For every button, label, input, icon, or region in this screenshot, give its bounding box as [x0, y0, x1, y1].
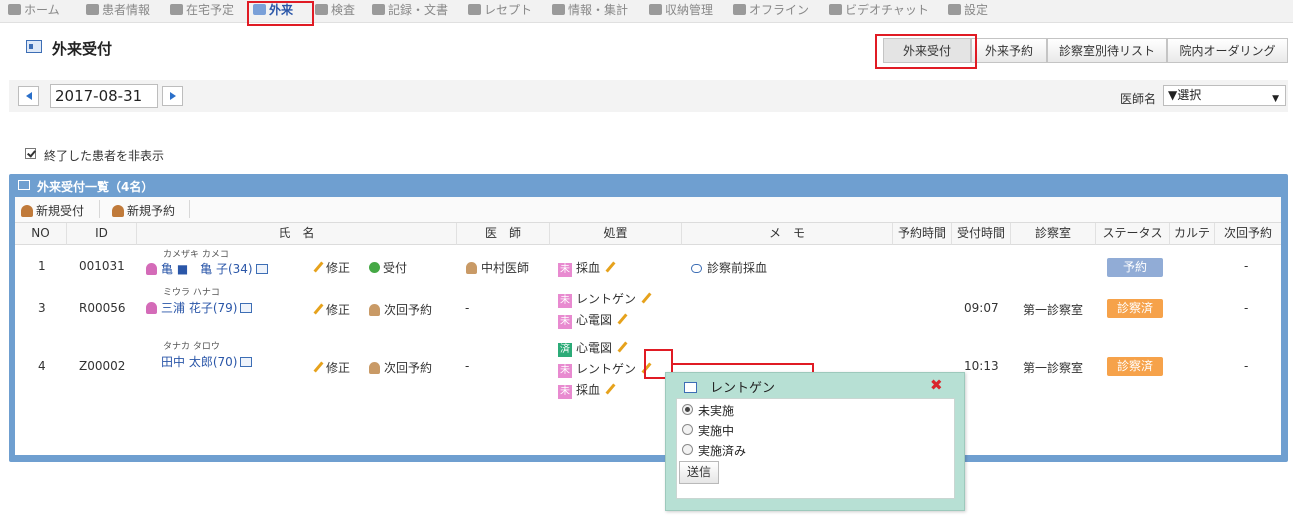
popup-title: レントゲン	[710, 381, 776, 396]
radio-label-not-done: 未実施	[698, 404, 735, 418]
radio-label-done: 実施済み	[698, 444, 747, 458]
radio-done[interactable]	[682, 444, 693, 455]
radio-label-in-progress: 実施中	[698, 424, 735, 438]
close-icon[interactable]: ✖	[930, 376, 943, 394]
radio-not-done[interactable]	[682, 404, 693, 415]
annotation-arrow	[673, 363, 821, 393]
window-icon	[684, 382, 697, 393]
procedure-status-popup: レントゲン ✖ 未実施 実施中 実施済み 送信	[665, 372, 965, 511]
submit-button[interactable]: 送信	[679, 461, 719, 484]
radio-in-progress[interactable]	[682, 424, 693, 435]
popup-body: 未実施 実施中 実施済み 送信	[676, 398, 955, 499]
